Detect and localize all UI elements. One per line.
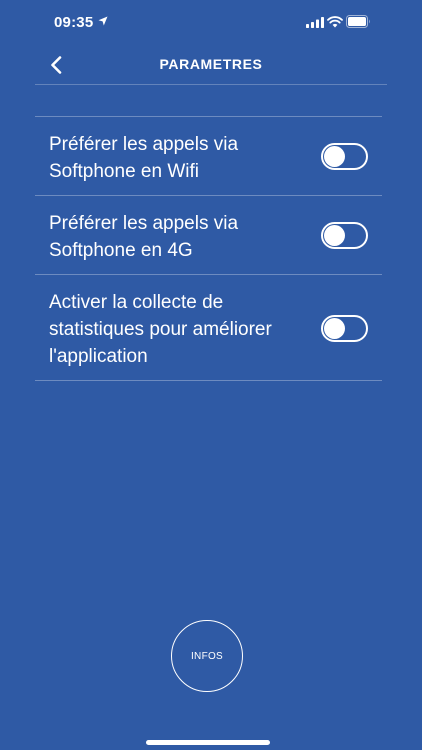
settings-list: Préférer les appels via Softphone en Wif… (35, 116, 382, 381)
infos-button-label: INFOS (190, 650, 224, 662)
toggle-knob (324, 317, 345, 339)
softphone-wifi-toggle[interactable] (321, 143, 368, 170)
cellular-signal-icon (306, 17, 324, 28)
setting-row-softphone-wifi: Préférer les appels via Softphone en Wif… (35, 116, 382, 195)
battery-icon (346, 15, 370, 28)
status-bar: 09:35 (0, 0, 422, 46)
toggle-knob (324, 225, 345, 246)
setting-label: Préférer les appels via Softphone en 4G (49, 213, 239, 261)
statistics-toggle[interactable] (321, 314, 368, 342)
softphone-4g-toggle[interactable] (321, 222, 368, 249)
setting-row-statistics: Activer la collecte de statistiques pour… (35, 274, 382, 381)
header-bar: PARAMETRES (0, 46, 422, 86)
wifi-icon (327, 16, 343, 28)
infos-button[interactable]: INFOS (171, 620, 243, 692)
page-title: PARAMETRES (159, 56, 263, 72)
header-divider (35, 84, 387, 85)
status-time: 09:35 (54, 14, 94, 31)
setting-label: Préférer les appels via Softphone en Wif… (49, 134, 239, 182)
setting-row-softphone-4g: Préférer les appels via Softphone en 4G (35, 195, 382, 274)
setting-label: Activer la collecte de statistiques pour… (49, 292, 272, 367)
home-indicator (146, 740, 270, 745)
toggle-knob (324, 146, 345, 167)
location-arrow-icon (98, 16, 108, 26)
